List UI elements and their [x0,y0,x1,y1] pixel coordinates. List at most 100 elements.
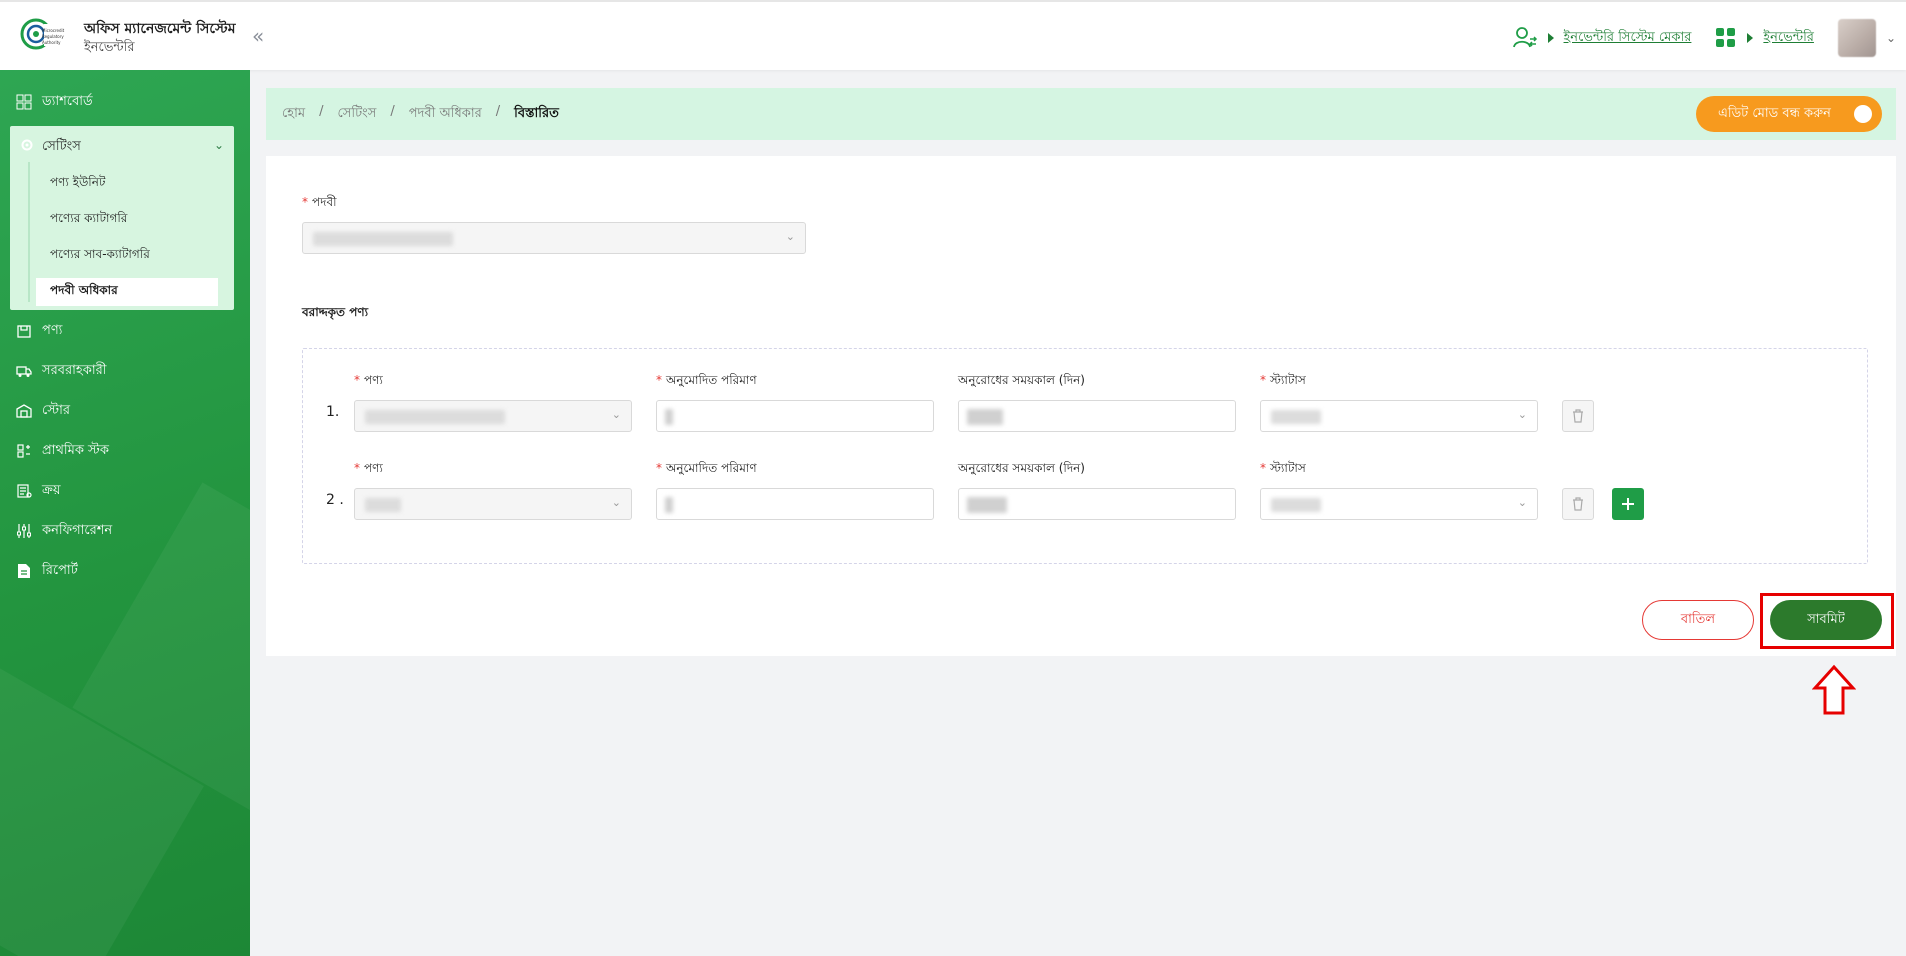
status-label: * স্ট্যাটাস [1260,461,1306,475]
sidebar-item-label: সেটিংস [42,138,81,154]
collapse-sidebar-icon[interactable]: « [252,26,264,46]
product-select[interactable]: ⌄ [354,400,632,432]
chevron-down-icon: ⌄ [611,496,621,509]
arrow-up-icon [1812,664,1856,715]
svg-text:Regulatory: Regulatory [42,34,64,39]
request-period-label: অনুরোধের সময়কাল (দিন) [958,461,1085,475]
approved-qty-label: * অনুমোদিত পরিমাণ [656,461,757,475]
chevron-down-icon: ⌄ [1517,408,1527,421]
svg-text:Microcredit: Microcredit [42,28,65,33]
delete-row-button[interactable] [1562,400,1594,432]
gear-icon [20,138,34,156]
designation-label: * পদবী [302,195,337,209]
sidebar-item-supplier[interactable]: সরবরাহকারী [16,358,106,384]
header-right: ইনভেন্টরি সিস্টেম মেকার ইনভেন্টরি ⌄ [1512,19,1896,57]
select-value [313,232,453,246]
sidebar-item-label: স্টোর [42,402,70,418]
sidebar-item-purchase[interactable]: ক্রয় [16,478,61,504]
select-value [365,410,505,424]
breadcrumb-home[interactable]: হোম [282,104,305,125]
edit-mode-toggle[interactable]: এডিট মোড বন্ধ করুন [1696,96,1882,132]
stock-icon [16,443,32,459]
request-period-input[interactable] [958,400,1236,432]
sidebar-item-label: কনফিগারেশন [42,522,113,538]
logo-icon: Microcredit Regulatory Authority [20,18,66,50]
sidebar-item-store[interactable]: স্টোর [16,398,70,424]
sidebar-item-label: সরবরাহকারী [42,362,107,378]
chevron-down-icon[interactable]: ⌄ [1886,31,1896,45]
box-icon [16,323,32,339]
product-label: * পণ্য [354,461,383,475]
input-value [665,409,673,425]
apps-grid-icon [1716,28,1736,47]
sidebar-item-initial-stock[interactable]: প্রাথমিক স্টক [16,438,109,464]
submit-highlight-box [1760,593,1894,649]
allocated-products-title: বরাদ্দকৃত পণ্য [302,305,369,319]
designation-select[interactable]: ⌄ [302,222,806,254]
sidebar-item-report[interactable]: রিপোর্ট [16,558,78,584]
row-number: 1. [326,404,340,420]
add-row-button[interactable] [1612,488,1644,520]
breadcrumb-separator: / [319,104,324,119]
breadcrumb-separator: / [390,104,395,119]
sidebar-item-label: রিপোর্ট [42,562,78,578]
sidebar-settings-group: সেটিংস ⌄ পণ্য ইউনিট পণ্যের ক্যাটাগরি পণ্… [10,126,234,310]
breadcrumb-settings[interactable]: সেটিংস [337,104,376,125]
submenu-line [28,162,30,302]
toggle-knob [1854,105,1872,123]
approved-qty-label: * অনুমোদিত পরিমাণ [656,373,757,387]
sidebar-item-configuration[interactable]: কনফিগারেশন [16,518,112,544]
sidebar-item-product[interactable]: পণ্য [16,318,62,344]
chevron-down-icon: ⌄ [785,230,795,243]
chevron-down-icon: ⌄ [611,408,621,421]
edit-mode-toggle-label: এডিট মোড বন্ধ করুন [1718,105,1831,121]
sidebar-item-settings[interactable]: সেটিংস ⌄ [20,136,224,158]
role-link[interactable]: ইনভেন্টরি সিস্টেম মেকার [1564,28,1692,49]
sidebar-subitem-product-subcategory[interactable]: পণ্যের সাব-ক্যাটাগরি [36,242,218,270]
sidebar-item-label: ক্রয় [42,482,61,498]
allocated-products-box [302,348,1868,564]
store-icon [16,403,32,419]
breadcrumb-current: বিস্তারিত [514,106,559,121]
user-switch-icon [1512,27,1537,48]
product-select[interactable]: ⌄ [354,488,632,520]
form-card: * পদবী ⌄ বরাদ্দকৃত পণ্য 1. * পণ্য ⌄ * অনুমো… [266,156,1896,656]
chevron-down-icon: ⌄ [1517,496,1527,509]
delete-row-button[interactable] [1562,488,1594,520]
status-select[interactable]: ⌄ [1260,488,1538,520]
request-period-label: অনুরোধের সময়কাল (দিন) [958,373,1085,387]
sidebar-item-label: ড্যাশবোর্ড [42,93,93,109]
select-value [1271,498,1321,512]
sidebar: ড্যাশবোর্ড সেটিংস ⌄ পণ্য ইউনিট পণ্যের ক্… [0,70,250,956]
input-value [967,409,1003,425]
cancel-button[interactable]: বাতিল [1642,600,1754,640]
status-select[interactable]: ⌄ [1260,400,1538,432]
approved-qty-input[interactable] [656,400,934,432]
sidebar-item-label: পণ্য [42,322,63,338]
sliders-icon [16,523,32,539]
product-label: * পণ্য [354,373,383,387]
select-value [1271,410,1321,424]
request-period-input[interactable] [958,488,1236,520]
avatar[interactable] [1837,19,1876,57]
caret-right-icon [1747,33,1754,43]
report-icon [16,563,32,579]
brand-subtitle: ইনভেন্টরি [84,40,135,55]
input-value [967,497,1007,513]
breadcrumb-designation-rights[interactable]: পদবী অধিকার [409,104,482,125]
chevron-down-icon: ⌄ [213,138,224,152]
sidebar-item-label: প্রাথমিক স্টক [42,442,109,458]
sidebar-subitem-product-category[interactable]: পণ্যের ক্যাটাগরি [36,206,218,234]
plus-icon [1622,498,1634,510]
sidebar-item-dashboard[interactable]: ড্যাশবোর্ড [16,89,93,115]
input-value [665,497,673,513]
sidebar-subitem-product-unit[interactable]: পণ্য ইউনিট [36,170,218,198]
approved-qty-input[interactable] [656,488,934,520]
module-link[interactable]: ইনভেন্টরি [1763,28,1814,49]
trash-icon [1573,497,1583,511]
breadcrumb-separator: / [495,104,501,119]
svg-text:Authority: Authority [42,40,61,45]
status-label: * স্ট্যাটাস [1260,373,1306,387]
sidebar-subitem-designation-rights[interactable]: পদবী অধিকার [36,278,218,306]
app-header: Microcredit Regulatory Authority অফিস ম্… [0,0,1906,70]
